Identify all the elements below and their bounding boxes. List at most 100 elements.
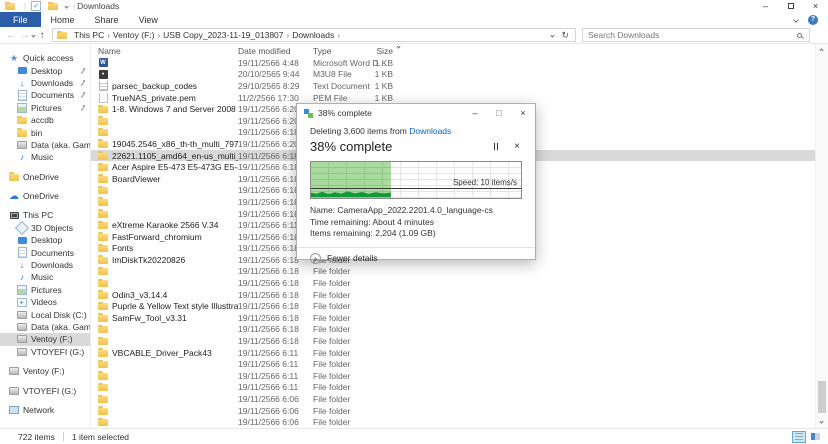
file-row[interactable]: 19/11/2566 6:11 File folder — [91, 382, 828, 394]
large-icons-view-button[interactable] — [808, 431, 822, 443]
sidebar-item[interactable]: Quick access — [0, 52, 90, 64]
qat-properties-icon[interactable] — [31, 1, 41, 11]
pause-button[interactable] — [494, 143, 499, 150]
item-name-line: Name: CameraApp_2022.2201.4.0_language-c… — [310, 205, 522, 217]
tab-file[interactable]: File — [0, 12, 41, 27]
sidebar-item[interactable]: VTOYEFI (G:) — [0, 384, 90, 396]
help-icon[interactable]: ? — [808, 15, 818, 25]
ribbon-collapse-icon[interactable] — [793, 17, 799, 23]
scroll-down-icon[interactable] — [819, 419, 823, 423]
sidebar-item[interactable]: Documents — [0, 246, 90, 258]
sidebar-item[interactable]: VTOYEFI (G:) — [0, 346, 90, 358]
tab-share[interactable]: Share — [85, 12, 129, 27]
sidebar-item-icon — [9, 405, 19, 415]
file-type: File folder — [313, 406, 365, 416]
dialog-close-button[interactable]: × — [511, 104, 535, 122]
file-row[interactable]: 19/11/2566 6:06 File folder — [91, 416, 828, 428]
file-row[interactable]: 19/11/2566 6:11 File folder — [91, 370, 828, 382]
sidebar-item[interactable]: Downloads — [0, 77, 90, 89]
file-row[interactable]: VBCABLE_Driver_Pack43 19/11/2566 6:11 Fi… — [91, 347, 828, 359]
column-sort-indicator-icon[interactable] — [396, 44, 400, 48]
file-icon — [98, 139, 108, 149]
sidebar-item[interactable]: Videos — [0, 296, 90, 308]
tab-view[interactable]: View — [129, 12, 168, 27]
sidebar-item[interactable]: Data (aka. Games) ( — [0, 321, 90, 333]
file-icon — [98, 185, 108, 195]
file-icon — [98, 290, 108, 300]
address-dropdown-icon[interactable] — [551, 33, 555, 37]
file-row[interactable]: Puprle & Yellow Text style Illusttration… — [91, 300, 828, 312]
sidebar-item[interactable]: Ventoy (F:) — [0, 365, 90, 377]
file-row[interactable]: parsec_backup_codes 29/10/2565 8:29 Text… — [91, 80, 828, 92]
column-header-size[interactable]: Size — [365, 46, 393, 56]
downloads-link[interactable]: Downloads — [409, 126, 451, 136]
scrollbar-thumb[interactable] — [818, 381, 826, 413]
file-row[interactable]: Odin3_v3.14.4 19/11/2566 6:18 File folde… — [91, 289, 828, 301]
sidebar-item[interactable]: Data (aka. Games) ( — [0, 139, 90, 151]
refresh-icon[interactable]: ↻ — [561, 30, 569, 41]
address-bar[interactable]: This PC › Ventoy (F:) › USB Copy_2023-11… — [52, 28, 576, 42]
vertical-scrollbar[interactable] — [815, 44, 828, 428]
sidebar-item-icon — [17, 66, 27, 76]
file-row[interactable]: 19/11/2566 6:06 File folder — [91, 405, 828, 417]
sidebar-item[interactable]: Music — [0, 271, 90, 283]
sidebar-item[interactable]: Downloads — [0, 259, 90, 271]
file-icon — [98, 174, 108, 184]
sidebar-item[interactable]: Ventoy (F:) — [0, 333, 90, 345]
breadcrumb-item[interactable]: USB Copy_2023-11-19_013807 › — [163, 30, 289, 40]
file-row[interactable]: SamFw_Tool_v3.31 19/11/2566 6:18 File fo… — [91, 312, 828, 324]
maximize-button[interactable] — [778, 0, 803, 12]
file-row[interactable]: 19/11/2566 4:48 Microsoft Word D... 1 KB — [91, 57, 828, 69]
tab-home[interactable]: Home — [41, 12, 85, 27]
file-date: 19/11/2566 6:06 — [238, 417, 313, 427]
file-row[interactable]: 19/11/2566 6:18 File folder — [91, 266, 828, 278]
details-view-button[interactable] — [792, 431, 806, 443]
sidebar-item[interactable]: Local Disk (C:) — [0, 308, 90, 320]
search-input[interactable] — [583, 30, 797, 40]
fewer-details-toggle[interactable]: Fewer details — [310, 253, 522, 264]
up-button[interactable]: ↑ — [35, 28, 49, 43]
breadcrumb-item[interactable]: Downloads › — [292, 30, 340, 40]
file-row[interactable]: 20/10/2565 9:44 M3U8 File 1 KB — [91, 69, 828, 81]
file-row[interactable]: 19/11/2566 6:18 File folder — [91, 277, 828, 289]
minimize-button[interactable]: – — [753, 0, 778, 12]
search-box[interactable] — [582, 28, 810, 42]
operation-description: Deleting 3,600 items from Downloads — [310, 126, 522, 136]
scroll-up-icon[interactable] — [819, 48, 823, 52]
file-icon — [98, 209, 108, 219]
sidebar-item[interactable]: OneDrive — [0, 171, 90, 183]
file-date: 19/11/2566 6:18 — [238, 266, 313, 276]
sidebar-item[interactable]: This PC — [0, 209, 90, 221]
file-row[interactable]: TrueNAS_private.pem 11/2/2566 17:30 PEM … — [91, 92, 828, 104]
file-row[interactable]: 19/11/2566 6:18 File folder — [91, 324, 828, 336]
sidebar-item[interactable]: Music — [0, 151, 90, 163]
sidebar-item[interactable]: bin — [0, 126, 90, 138]
sidebar-item-icon — [17, 310, 27, 320]
dialog-minimize-button[interactable]: – — [463, 104, 487, 122]
file-row[interactable]: 19/11/2566 6:11 File folder — [91, 358, 828, 370]
sidebar-item[interactable]: Desktop — [0, 234, 90, 246]
qat-customize-chevron-icon[interactable] — [64, 4, 68, 8]
dialog-title-bar[interactable]: 38% complete – × — [297, 104, 535, 122]
file-row[interactable]: 19/11/2566 6:06 File folder — [91, 393, 828, 405]
cancel-operation-button[interactable]: × — [514, 141, 520, 152]
sidebar-item[interactable]: Desktop — [0, 64, 90, 76]
column-header-date[interactable]: Date modified — [238, 46, 313, 56]
file-row[interactable]: 19/11/2566 6:18 File folder — [91, 335, 828, 347]
column-header-type[interactable]: Type — [313, 46, 365, 56]
sidebar-item[interactable]: accdb — [0, 114, 90, 126]
sidebar-item[interactable]: Pictures — [0, 284, 90, 296]
sidebar-item[interactable]: OneDrive — [0, 190, 90, 202]
column-header-name[interactable]: Name — [91, 46, 238, 56]
sidebar-item[interactable]: Network — [0, 404, 90, 416]
file-name: FastForward_chromium — [112, 232, 202, 242]
close-button[interactable]: × — [803, 0, 828, 12]
file-type: File folder — [313, 417, 365, 427]
breadcrumb-item[interactable]: Ventoy (F:) › — [113, 30, 160, 40]
breadcrumb-item[interactable]: This PC › — [74, 30, 110, 40]
qat-new-folder-icon[interactable] — [48, 1, 58, 11]
back-button[interactable]: ← — [4, 28, 18, 43]
sidebar-item[interactable]: Pictures — [0, 102, 90, 114]
sidebar-item[interactable]: Documents — [0, 89, 90, 101]
sidebar-item[interactable]: 3D Objects — [0, 222, 90, 234]
